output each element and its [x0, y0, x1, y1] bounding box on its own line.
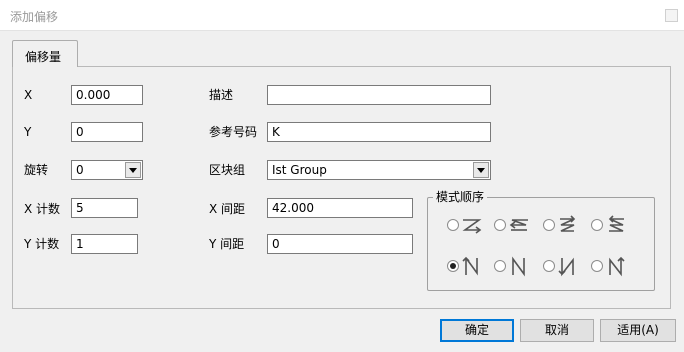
x-spacing-label: X 间距	[209, 202, 246, 216]
y-count-input[interactable]: 1	[71, 234, 138, 254]
pattern-radio-3[interactable]	[543, 219, 555, 231]
serpentine-down-icon	[558, 257, 574, 277]
ref-number-label: 参考号码	[209, 125, 258, 139]
cancel-button[interactable]: 取消	[520, 319, 594, 342]
pattern-order-label: 模式顺序	[433, 190, 488, 204]
y-count-label: Y 计数	[24, 237, 60, 251]
x-input[interactable]: 0.000	[71, 85, 143, 105]
n-pattern-icon	[512, 256, 525, 277]
y-input[interactable]: 0	[71, 122, 143, 142]
rotation-value: 0	[76, 163, 84, 177]
y-label: Y	[24, 125, 32, 139]
close-button[interactable]	[665, 9, 678, 22]
pattern-radio-7[interactable]	[543, 260, 555, 272]
description-input[interactable]	[267, 85, 491, 105]
rotation-select[interactable]: 0	[71, 160, 143, 180]
serpentine-up-icon	[462, 256, 478, 276]
ok-button[interactable]: 确定	[440, 319, 514, 342]
pattern-radio-6[interactable]	[494, 260, 506, 272]
chevron-down-icon[interactable]	[473, 162, 489, 178]
n-pattern-up-icon	[609, 256, 625, 277]
block-group-label: 区块组	[209, 163, 246, 177]
tab-offset[interactable]: 偏移量	[12, 40, 78, 67]
apply-button[interactable]: 适用(A)	[600, 319, 676, 342]
z-pattern-right-icon	[560, 215, 576, 232]
zigzag-right-icon	[462, 219, 482, 234]
block-group-value: Ist Group	[272, 163, 327, 177]
pattern-radio-2[interactable]	[494, 219, 506, 231]
title-bar: 添加偏移	[0, 0, 684, 31]
block-group-select[interactable]: Ist Group	[267, 160, 491, 180]
x-count-input[interactable]: 5	[71, 198, 138, 218]
description-label: 描述	[209, 88, 234, 102]
tab-offset-label: 偏移量	[25, 50, 62, 64]
y-spacing-input[interactable]: 0	[267, 234, 413, 254]
zigzag-left-icon	[509, 219, 528, 231]
y-spacing-label: Y 间距	[209, 237, 245, 251]
pattern-radio-4[interactable]	[591, 219, 603, 231]
pattern-radio-5[interactable]	[447, 260, 459, 272]
rotation-label: 旋转	[24, 163, 49, 177]
chevron-down-icon[interactable]	[125, 162, 141, 178]
pattern-radio-8[interactable]	[591, 260, 603, 272]
ref-number-input[interactable]: K	[267, 122, 491, 142]
x-count-label: X 计数	[24, 202, 61, 216]
window-title: 添加偏移	[10, 10, 59, 24]
z-pattern-left-icon	[608, 215, 624, 232]
pattern-radio-1[interactable]	[447, 219, 459, 231]
x-label: X	[24, 88, 33, 102]
x-spacing-input[interactable]: 42.000	[267, 198, 413, 218]
